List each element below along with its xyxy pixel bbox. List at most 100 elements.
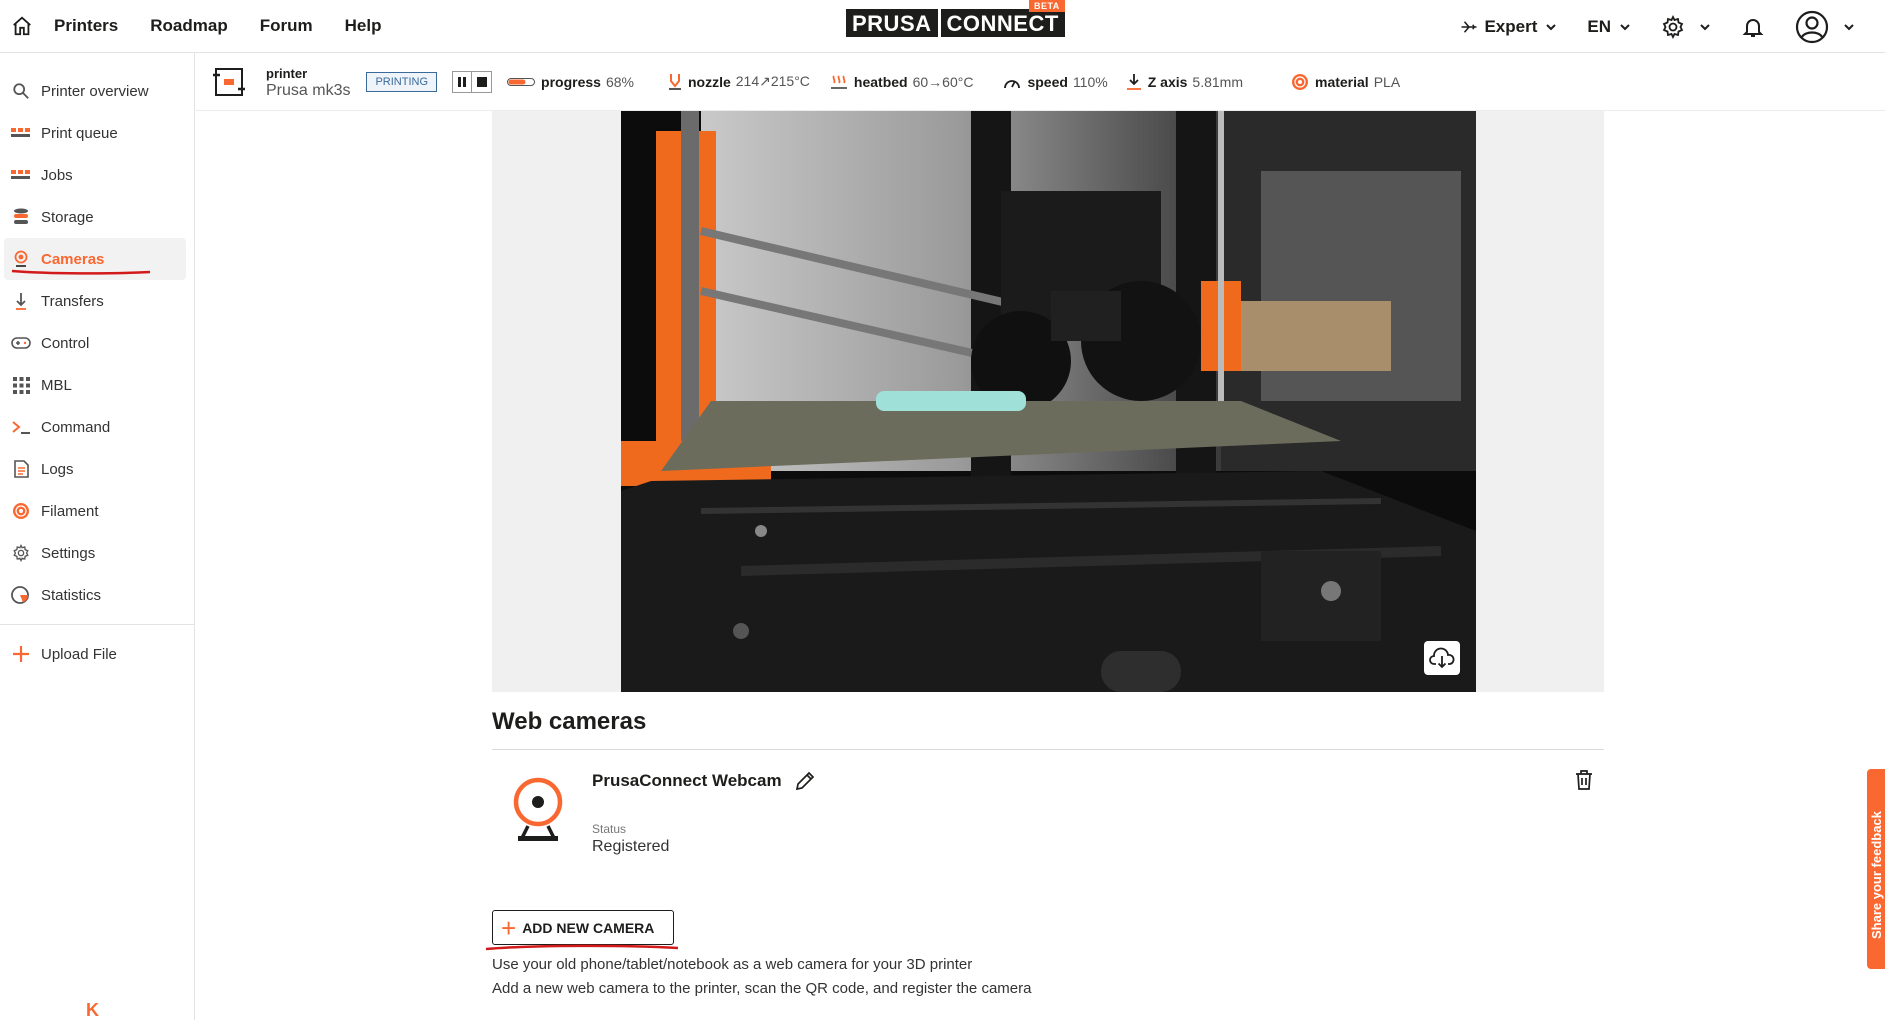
nozzle-icon	[668, 73, 681, 90]
add-new-camera-button[interactable]: + ADD NEW CAMERA	[492, 910, 674, 945]
plus-icon: +	[501, 912, 517, 943]
delete-trash-icon[interactable]	[1574, 769, 1594, 791]
nav-roadmap-link[interactable]: Roadmap	[150, 16, 227, 36]
top-right-controls: Expert EN	[1460, 0, 1885, 53]
sidebar-item-control[interactable]: Control	[4, 322, 186, 364]
sidebar-divider	[0, 624, 194, 625]
sidebar-item-storage[interactable]: Storage	[4, 196, 186, 238]
sidebar-item-command[interactable]: Command	[4, 406, 186, 448]
expert-mode-dropdown[interactable]: Expert	[1460, 17, 1563, 37]
print-controls	[452, 70, 493, 93]
annotation-underline	[485, 944, 679, 951]
z-axis-icon	[1126, 73, 1141, 90]
camera-status-value: Registered	[592, 838, 670, 855]
chevron-down-icon	[1546, 23, 1557, 30]
sidebar-item-label: Cameras	[41, 250, 105, 268]
logo-prusa-text: PRUSA	[846, 9, 938, 37]
sidebar-item-cameras[interactable]: Cameras	[4, 238, 186, 280]
notifications-button[interactable]	[1741, 15, 1771, 39]
feedback-tab-label: Share your feedback	[1869, 811, 1884, 939]
heatbed-stat: heatbed 60→60°C	[830, 73, 974, 90]
pause-icon	[458, 76, 467, 87]
download-snapshot-button[interactable]	[1424, 641, 1460, 675]
material-label: material	[1315, 73, 1369, 90]
user-menu[interactable]	[1795, 10, 1861, 44]
bell-icon	[1742, 18, 1764, 37]
logo-connect-word: CONNECT	[946, 11, 1059, 36]
language-dropdown[interactable]: EN	[1587, 17, 1637, 37]
camera-snapshot-image[interactable]	[621, 111, 1476, 692]
sidebar-item-logs[interactable]: Logs	[4, 448, 186, 490]
zaxis-value: 5.81mm	[1192, 73, 1243, 90]
camera-hint-line-1: Use your old phone/tablet/notebook as a …	[492, 956, 973, 973]
upload-file-label: Upload File	[41, 645, 117, 663]
material-stat: material PLA	[1291, 73, 1400, 91]
top-nav: Printers Roadmap Forum Help	[54, 16, 413, 36]
sidebar-item-mbl[interactable]: MBL	[4, 364, 186, 406]
logo-connect-text: CONNECT BETA	[940, 0, 1065, 37]
plus-icon	[11, 644, 31, 664]
stop-button[interactable]	[472, 72, 491, 92]
chevron-down-icon	[1844, 23, 1854, 30]
add-new-camera-label: ADD NEW CAMERA	[522, 919, 655, 936]
section-title: Web cameras	[492, 708, 647, 735]
transfer-icon	[11, 291, 31, 311]
nozzle-stat: nozzle 214↗215°C	[668, 73, 810, 91]
nav-forum-link[interactable]: Forum	[260, 16, 313, 36]
sidebar-item-filament[interactable]: Filament	[4, 490, 186, 532]
sidebar-item-label: Transfers	[41, 292, 104, 310]
sidebar-item-transfers[interactable]: Transfers	[4, 280, 186, 322]
filament-icon	[11, 501, 31, 521]
sidebar-item-print-queue[interactable]: Print queue	[4, 112, 186, 154]
user-avatar-icon	[1795, 10, 1829, 43]
printer-name-block[interactable]: printer Prusa mk3s	[266, 65, 350, 99]
feedback-tab[interactable]: Share your feedback	[1867, 769, 1885, 969]
sidebar-item-label: MBL	[41, 376, 72, 394]
sidebar-item-jobs[interactable]: Jobs	[4, 154, 186, 196]
printing-state-badge: PRINTING	[366, 71, 438, 92]
storage-icon	[11, 207, 31, 227]
gear-icon	[1662, 14, 1684, 39]
camera-hint-line-2: Add a new web camera to the printer, sca…	[492, 980, 1032, 997]
heatbed-value: 60→60°C	[912, 73, 974, 90]
camera-icon	[11, 249, 31, 269]
progress-value: 68%	[605, 73, 634, 90]
speed-value: 110%	[1072, 73, 1108, 90]
printer-icon	[213, 67, 245, 96]
home-icon	[13, 16, 31, 36]
edit-pencil-icon[interactable]	[794, 770, 816, 792]
pause-button[interactable]	[453, 71, 473, 92]
progress-bar-icon	[507, 77, 536, 86]
sidebar-item-statistics[interactable]: Statistics	[4, 574, 186, 616]
camera-name-text: PrusaConnect Webcam	[592, 771, 782, 790]
sidebar-item-label: Command	[41, 418, 111, 436]
heatbed-label: heatbed	[853, 73, 908, 90]
chart-icon	[11, 585, 31, 605]
nozzle-label: nozzle	[687, 73, 731, 90]
home-button[interactable]	[0, 0, 44, 53]
stop-icon	[476, 76, 487, 87]
sidebar-item-label: Print queue	[41, 124, 118, 142]
sidebar-item-label: Jobs	[41, 166, 73, 184]
gamepad-icon	[11, 333, 31, 353]
prusa-connect-logo[interactable]: PRUSA CONNECT BETA	[846, 0, 1065, 37]
printer-status-bar: printer Prusa mk3s PRINTING progress 68% …	[196, 53, 1885, 111]
sidebar-item-printer-overview[interactable]: Printer overview	[4, 70, 186, 112]
sidebar-item-label: Printer overview	[41, 82, 149, 100]
collapse-sidebar-button[interactable]: K	[86, 1000, 106, 1020]
printer-name: Prusa mk3s	[266, 81, 351, 99]
nav-help-link[interactable]: Help	[345, 16, 382, 36]
settings-dropdown[interactable]	[1661, 14, 1717, 39]
speed-label: speed	[1027, 73, 1068, 90]
beta-badge: BETA	[1028, 0, 1065, 12]
printer-photo	[621, 111, 1476, 692]
sidebar-upload-file[interactable]: Upload File	[4, 633, 186, 675]
speedometer-icon	[1004, 79, 1021, 88]
search-icon	[11, 81, 31, 101]
nav-printers-link[interactable]: Printers	[54, 16, 118, 36]
speed-stat: speed 110%	[1003, 73, 1108, 90]
sidebar-item-settings[interactable]: Settings	[4, 532, 186, 574]
zaxis-stat: Z axis 5.81mm	[1126, 73, 1243, 91]
chevron-down-icon	[1700, 23, 1710, 30]
progress-stat: progress 68%	[507, 74, 634, 90]
